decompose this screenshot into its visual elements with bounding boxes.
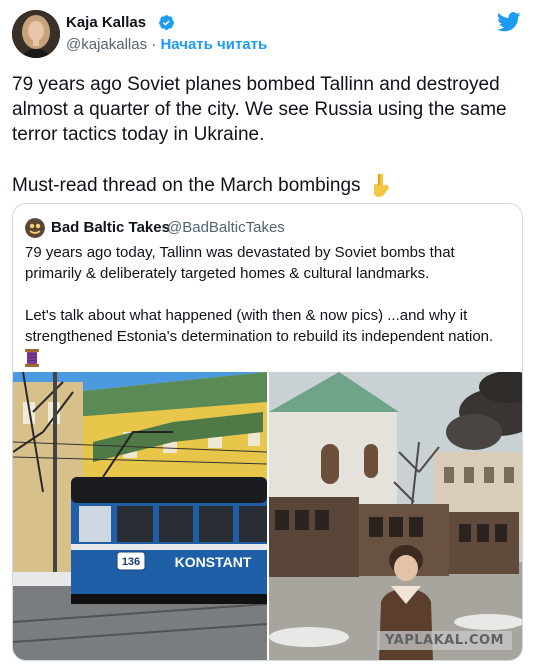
author-avatar[interactable] (12, 10, 60, 58)
twitter-bird-icon[interactable] (497, 12, 521, 32)
verified-badge-icon (159, 15, 174, 30)
tweet-text-paragraph-1: 79 years ago Soviet planes bombed Tallin… (12, 74, 507, 145)
tram-then-photo[interactable]: YAPLAKAL.COM (269, 372, 522, 660)
tram-now-photo[interactable]: 136 KONSTANT (13, 372, 267, 660)
pointing-down-icon (373, 174, 389, 197)
separator-dot: · (147, 36, 161, 53)
author-handle[interactable]: @kajakallas (66, 36, 147, 53)
quoted-author-avatar[interactable] (25, 218, 45, 238)
tram-sign: KONSTANT (175, 554, 252, 570)
tweet-body: 79 years ago Soviet planes bombed Tallin… (12, 72, 522, 198)
tweet-text-paragraph-2-text: Must-read thread on the March bombings (12, 174, 361, 196)
spool-of-thread-icon (25, 349, 39, 367)
quoted-text-paragraph-1: 79 years ago today, Tallinn was devastat… (25, 244, 455, 282)
quoted-author-name[interactable]: Bad Baltic Takes (51, 219, 170, 236)
tram-number: 136 (122, 556, 140, 568)
author-name[interactable]: Kaja Kallas (66, 14, 146, 31)
author-handle-line: @kajakallas · Начать читать (66, 36, 267, 53)
watermark: YAPLAKAL.COM (377, 631, 512, 650)
quoted-media[interactable]: 136 KONSTANT YAPLAKAL.COM (13, 372, 522, 660)
quoted-text-paragraph-2: Let's talk about what happened (with the… (25, 307, 494, 345)
quoted-author-handle[interactable]: @BadBalticTakes (167, 219, 285, 236)
tweet-card: Kaja Kallas @kajakallas · Начать читать … (0, 0, 533, 669)
quoted-tweet-body: 79 years ago today, Tallinn was devastat… (25, 242, 513, 367)
follow-button[interactable]: Начать читать (160, 36, 267, 53)
quoted-tweet[interactable]: Bad Baltic Takes @BadBalticTakes 79 year… (12, 203, 523, 661)
tweet-text-paragraph-2: Must-read thread on the March bombings (12, 172, 522, 198)
